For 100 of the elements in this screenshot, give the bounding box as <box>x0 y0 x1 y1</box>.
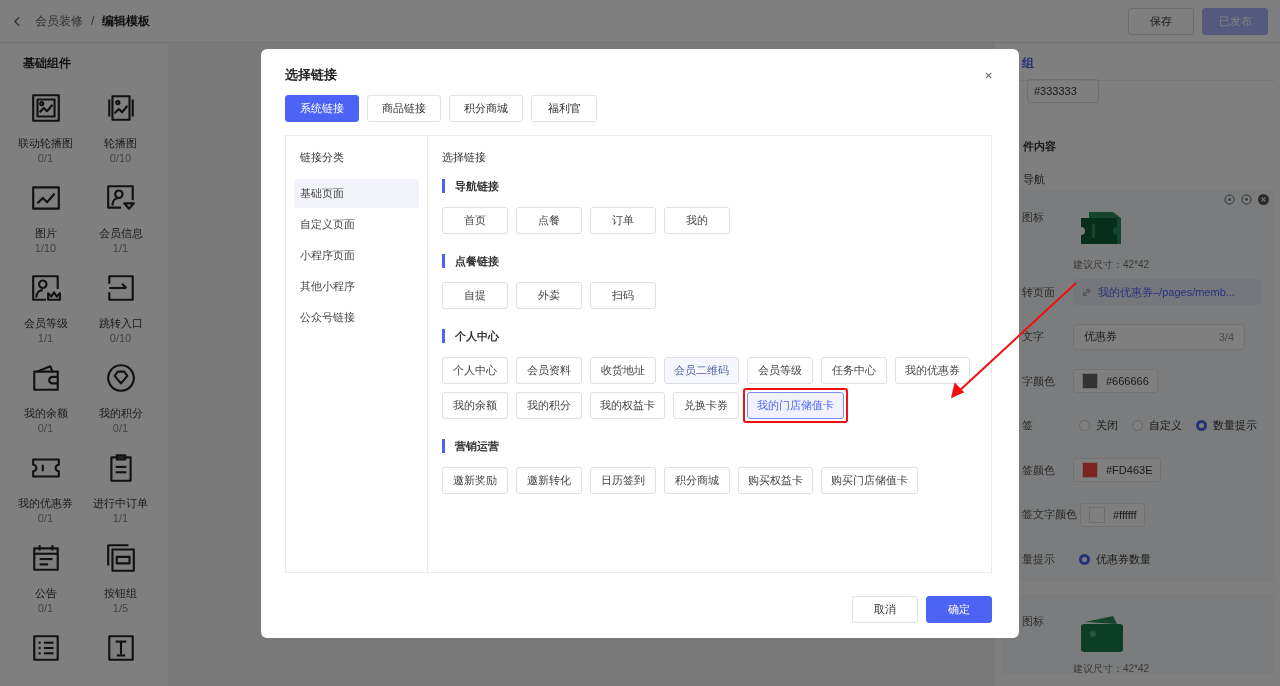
link-type-tab[interactable]: 商品链接 <box>367 95 441 122</box>
component-label: 公告 <box>34 586 57 601</box>
field-label: 量提示 <box>1022 551 1056 567</box>
group-title: 营销运营 <box>442 439 992 453</box>
component-count: 1/5 <box>112 601 129 616</box>
framed-picture-icon[interactable] <box>29 92 62 124</box>
link-type-tab[interactable]: 系统链接 <box>285 95 359 122</box>
color-field[interactable]: #ffffff <box>1080 502 1146 527</box>
component-count: 0/1 <box>112 421 129 436</box>
close-icon[interactable] <box>1258 194 1269 205</box>
component-label: 会员等级 <box>23 316 68 331</box>
group-title: 点餐链接 <box>442 254 992 268</box>
group-title: 导航链接 <box>442 179 992 193</box>
component-count: 0/1 <box>37 151 54 166</box>
component-count: 0/10 <box>109 151 132 166</box>
link-option[interactable]: 外卖 <box>516 282 582 309</box>
move-down-icon[interactable] <box>1241 194 1252 205</box>
component-label: 轮播图 <box>104 136 137 151</box>
link-option[interactable]: 邀新转化 <box>516 467 582 494</box>
color-field[interactable]: #666666 <box>1073 369 1158 394</box>
dialog-title: 选择链接 <box>285 66 337 84</box>
link-option[interactable]: 自提 <box>442 282 508 309</box>
field-label: 签 <box>1022 418 1034 434</box>
component-label: 我的余额 <box>23 406 68 421</box>
link-option[interactable]: 我的优惠券 <box>895 357 970 384</box>
category-item[interactable]: 小程序页面 <box>294 241 419 270</box>
diamond-icon[interactable] <box>104 362 137 394</box>
link-option[interactable]: 我的门店储值卡 <box>747 392 844 419</box>
field-label: 转页面 <box>1022 284 1056 300</box>
component-label: 联动轮播图 <box>18 136 73 151</box>
link-option[interactable]: 个人中心 <box>442 357 508 384</box>
cancel-button[interactable]: 取消 <box>852 596 918 623</box>
link-option[interactable]: 我的余额 <box>442 392 508 419</box>
link-option[interactable]: 任务中心 <box>821 357 887 384</box>
field-label: 图标 <box>1022 613 1045 629</box>
breadcrumb-separator: / <box>91 14 95 28</box>
component-count: 0/1 <box>37 421 54 436</box>
subsection-label: 导航 <box>1023 172 1046 187</box>
category-item[interactable]: 其他小程序 <box>294 272 419 301</box>
component-label: 跳转入口 <box>98 316 143 331</box>
link-option[interactable]: 购买权益卡 <box>738 467 813 494</box>
link-icon <box>1081 286 1092 298</box>
color-field[interactable]: #FD463E <box>1073 458 1162 483</box>
color-swatch <box>1082 373 1098 390</box>
link-option[interactable]: 我的权益卡 <box>590 392 665 419</box>
panel-title: 基础组件 <box>22 55 72 72</box>
radio-option[interactable]: 自定义 <box>1132 418 1182 434</box>
column-title: 选择链接 <box>441 150 487 165</box>
component-label: 我的积分 <box>98 406 143 421</box>
color-field[interactable]: #333333 <box>1027 79 1099 103</box>
wallet-icon[interactable] <box>1079 613 1125 654</box>
link-option[interactable]: 日历签到 <box>590 467 656 494</box>
close-icon[interactable] <box>984 70 993 80</box>
link-option[interactable]: 订单 <box>590 207 656 234</box>
column-title: 链接分类 <box>299 150 345 165</box>
component-label: 进行中订单 <box>93 496 148 511</box>
category-item[interactable]: 自定义页面 <box>294 210 419 239</box>
link-option[interactable]: 扫码 <box>590 282 656 309</box>
component-count: 1/1 <box>112 511 129 526</box>
field-label: 文字 <box>1022 329 1045 345</box>
component-count: 0/1 <box>37 601 54 616</box>
field-label: 字颜色 <box>1022 373 1056 389</box>
stacked-button-icon[interactable] <box>104 542 137 574</box>
link-option[interactable]: 兑换卡券 <box>673 392 739 419</box>
move-up-icon[interactable] <box>1224 194 1235 205</box>
section-title: 件内容 <box>1023 139 1057 154</box>
link-type-tab[interactable]: 福利官 <box>531 95 597 122</box>
back-icon[interactable] <box>14 15 21 27</box>
component-count: 0/10 <box>109 331 132 346</box>
link-option[interactable]: 会员资料 <box>516 357 582 384</box>
link-option[interactable]: 邀新奖励 <box>442 467 508 494</box>
page-title: 编辑模板 <box>102 12 151 30</box>
category-item[interactable]: 基础页面 <box>294 179 419 208</box>
link-option[interactable]: 我的 <box>664 207 730 234</box>
component-label: 会员信息 <box>98 226 143 241</box>
link-type-tab[interactable]: 积分商城 <box>449 95 523 122</box>
link-option[interactable]: 收货地址 <box>590 357 656 384</box>
link-option[interactable]: 我的积分 <box>516 392 582 419</box>
field-label: 图标 <box>1022 210 1045 225</box>
link-option[interactable]: 会员等级 <box>747 357 813 384</box>
radio-option[interactable]: 关闭 <box>1079 418 1118 434</box>
save-button[interactable]: 保存 <box>1128 7 1194 35</box>
link-option[interactable]: 购买门店储值卡 <box>821 467 918 494</box>
link-option[interactable]: 点餐 <box>516 207 582 234</box>
radio-option[interactable]: 优惠券数量 <box>1079 551 1151 567</box>
field-label: 签文字颜色 <box>1022 507 1077 523</box>
link-option[interactable]: 首页 <box>442 207 508 234</box>
field-label: 签颜色 <box>1022 462 1056 478</box>
component-count: 1/1 <box>37 331 54 346</box>
component-label: 图片 <box>34 226 57 241</box>
link-option[interactable]: 积分商城 <box>664 467 730 494</box>
category-item[interactable]: 公众号链接 <box>294 303 419 332</box>
link-option[interactable]: 会员二维码 <box>664 357 739 384</box>
confirm-button[interactable]: 确定 <box>926 596 992 623</box>
group-title: 个人中心 <box>442 329 992 343</box>
component-count: 1/1 <box>112 241 129 256</box>
radio-option[interactable]: 数量提示 <box>1196 418 1257 434</box>
component-label: 按钮组 <box>104 586 137 601</box>
component-count: 1/10 <box>34 241 57 256</box>
user-crown-icon[interactable] <box>29 272 62 304</box>
